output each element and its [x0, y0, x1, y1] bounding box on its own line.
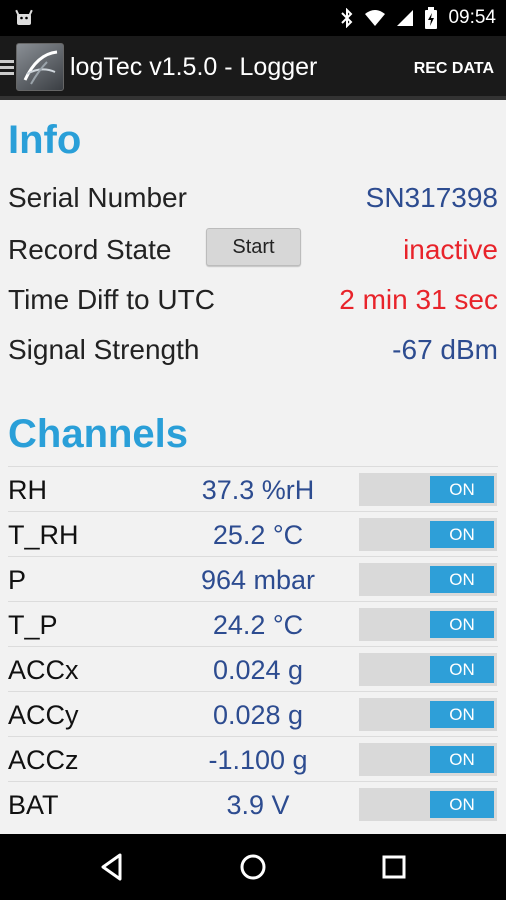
time-diff-value: 2 min 31 sec [339, 284, 498, 315]
navigation-bar [0, 834, 506, 900]
channel-name: P [8, 565, 27, 595]
channel-toggle[interactable]: ON [359, 698, 497, 731]
wifi-icon [365, 10, 386, 26]
channel-toggle[interactable]: ON [359, 788, 497, 821]
channel-name: ACCz [8, 745, 79, 775]
toggle-on-label: ON [430, 656, 494, 683]
channel-value: 964 mbar [200, 565, 316, 595]
channel-name: RH [8, 475, 47, 505]
channel-name: ACCx [8, 655, 79, 685]
channel-name: ACCy [8, 700, 79, 730]
channel-value: 37.3 %rH [201, 475, 315, 505]
channel-value: 25.2 °C [212, 520, 304, 550]
main-content: Info Serial Number SN317398 Record State… [0, 104, 506, 834]
menu-icon[interactable] [0, 60, 14, 76]
home-icon[interactable] [238, 852, 268, 882]
back-icon[interactable] [98, 852, 128, 882]
channel-list: RH 37.3 %rH ON T_RH 25.2 °C ON P 964 mba… [8, 466, 498, 826]
toggle-on-label: ON [430, 521, 494, 548]
channel-toggle[interactable]: ON [359, 743, 497, 776]
channel-name: T_RH [8, 520, 79, 550]
info-label: Record State [8, 234, 172, 265]
channel-toggle[interactable]: ON [359, 608, 497, 641]
channel-row-accy: ACCy 0.028 g ON [8, 691, 498, 736]
start-button[interactable]: Start [206, 228, 301, 266]
serial-number-value: SN317398 [365, 182, 498, 213]
channel-value: 0.024 g [212, 655, 304, 685]
toggle-on-label: ON [430, 476, 494, 503]
channel-row-p: P 964 mbar ON [8, 556, 498, 601]
channel-row-t-rh: T_RH 25.2 °C ON [8, 511, 498, 556]
toggle-on-label: ON [430, 701, 494, 728]
action-bar: logTec v1.5.0 - Logger REC DATA [0, 36, 506, 100]
battery-icon [425, 7, 438, 29]
app-logo[interactable] [16, 43, 64, 91]
status-time: 09:54 [448, 7, 496, 28]
android-icon [15, 9, 33, 25]
rec-data-button[interactable]: REC DATA [414, 60, 494, 78]
channel-toggle[interactable]: ON [359, 518, 497, 551]
toggle-on-label: ON [430, 611, 494, 638]
channel-value: 24.2 °C [212, 610, 304, 640]
channel-value: -1.100 g [208, 745, 308, 775]
info-heading: Info [8, 118, 82, 162]
info-row-signal-strength: Signal Strength -67 dBm [8, 328, 498, 374]
info-label: Serial Number [8, 182, 187, 213]
info-row-record-state: Record State Start inactive [8, 228, 498, 274]
channel-row-t-p: T_P 24.2 °C ON [8, 601, 498, 646]
channel-value: 3.9 V [226, 790, 290, 820]
channel-row-accx: ACCx 0.024 g ON [8, 646, 498, 691]
toggle-on-label: ON [430, 746, 494, 773]
app-title: logTec v1.5.0 - Logger [70, 53, 318, 81]
channel-row-accz: ACCz -1.100 g ON [8, 736, 498, 781]
status-bar: 09:54 [0, 0, 506, 36]
info-label: Signal Strength [8, 334, 200, 365]
channel-name: BAT [8, 790, 59, 820]
channel-toggle[interactable]: ON [359, 563, 497, 596]
bluetooth-icon [341, 8, 353, 28]
channel-toggle[interactable]: ON [359, 473, 497, 506]
channel-toggle[interactable]: ON [359, 653, 497, 686]
info-row-serial-number: Serial Number SN317398 [8, 176, 498, 222]
logo-swoosh-icon [23, 50, 58, 85]
channels-heading: Channels [8, 412, 189, 456]
channel-row-rh: RH 37.3 %rH ON [8, 466, 498, 511]
recents-icon[interactable] [379, 852, 409, 882]
channel-name: T_P [8, 610, 58, 640]
toggle-on-label: ON [430, 566, 494, 593]
channel-value: 0.028 g [212, 700, 304, 730]
toggle-on-label: ON [430, 791, 494, 818]
record-state-value: inactive [403, 234, 498, 265]
signal-icon [397, 10, 414, 26]
info-row-time-diff: Time Diff to UTC 2 min 31 sec [8, 278, 498, 324]
signal-strength-value: -67 dBm [392, 334, 498, 365]
channel-row-bat: BAT 3.9 V ON [8, 781, 498, 826]
info-label: Time Diff to UTC [8, 284, 215, 315]
